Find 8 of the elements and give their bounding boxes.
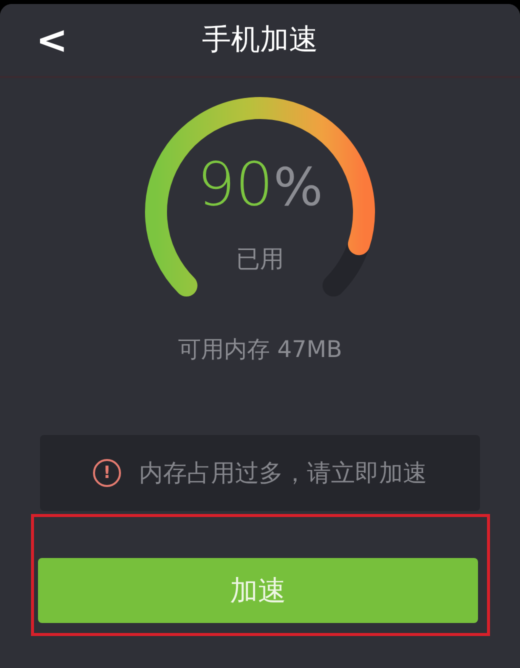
screen-title: 手机加速 xyxy=(202,21,318,58)
usage-label: 已用 xyxy=(236,244,284,275)
available-memory-text: 可用内存 47MB xyxy=(178,336,342,365)
usage-value: 90 xyxy=(197,150,274,220)
back-button[interactable]: < xyxy=(30,18,74,62)
percent-unit: % xyxy=(273,157,323,220)
warning-text: 内存占用过多，请立即加速 xyxy=(139,458,427,489)
warning-icon: ! xyxy=(93,459,121,487)
